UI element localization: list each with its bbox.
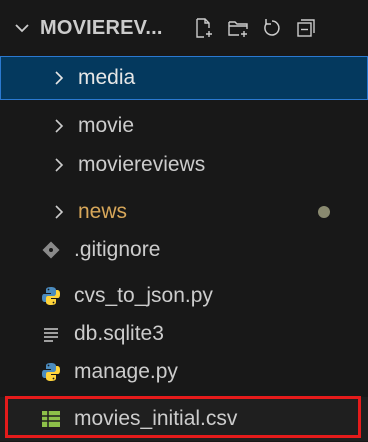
tree-file-movies-initial-csv[interactable]: movies_initial.csv (0, 397, 368, 441)
header-actions (190, 14, 320, 42)
refresh-icon[interactable] (258, 14, 286, 42)
git-icon (40, 239, 62, 261)
python-icon (40, 361, 62, 383)
new-file-icon[interactable] (190, 14, 218, 42)
tree-file-gitignore[interactable]: .gitignore (0, 228, 368, 272)
chevron-right-icon[interactable] (50, 201, 68, 223)
file-label: movies_initial.csv (74, 407, 238, 430)
chevron-right-icon[interactable] (50, 154, 68, 176)
tree-folder-movie[interactable]: movie (0, 104, 368, 148)
tree-file-manage-py[interactable]: manage.py (0, 350, 368, 394)
file-label: manage.py (74, 360, 178, 383)
file-label: db.sqlite3 (74, 322, 164, 345)
text-file-icon (40, 323, 62, 345)
explorer-header: MOVIEREV... (0, 0, 368, 56)
folder-label: news (78, 200, 128, 223)
chevron-down-icon[interactable] (12, 18, 32, 38)
file-label: .gitignore (74, 238, 161, 261)
file-label: cvs_to_json.py (74, 284, 213, 307)
folder-label: moviereviews (78, 153, 206, 176)
collapse-all-icon[interactable] (292, 14, 320, 42)
chevron-right-icon[interactable] (50, 67, 68, 89)
csv-table-icon (40, 408, 62, 430)
folder-label: media (78, 66, 136, 89)
modified-dot-icon (318, 206, 330, 218)
workspace-title[interactable]: MOVIEREV... (40, 17, 163, 40)
tree-folder-moviereviews[interactable]: moviereviews (0, 143, 368, 187)
python-icon (40, 285, 62, 307)
chevron-right-icon[interactable] (50, 115, 68, 137)
tree-folder-media[interactable]: media (0, 56, 368, 100)
new-folder-icon[interactable] (224, 14, 252, 42)
folder-label: movie (78, 114, 135, 137)
